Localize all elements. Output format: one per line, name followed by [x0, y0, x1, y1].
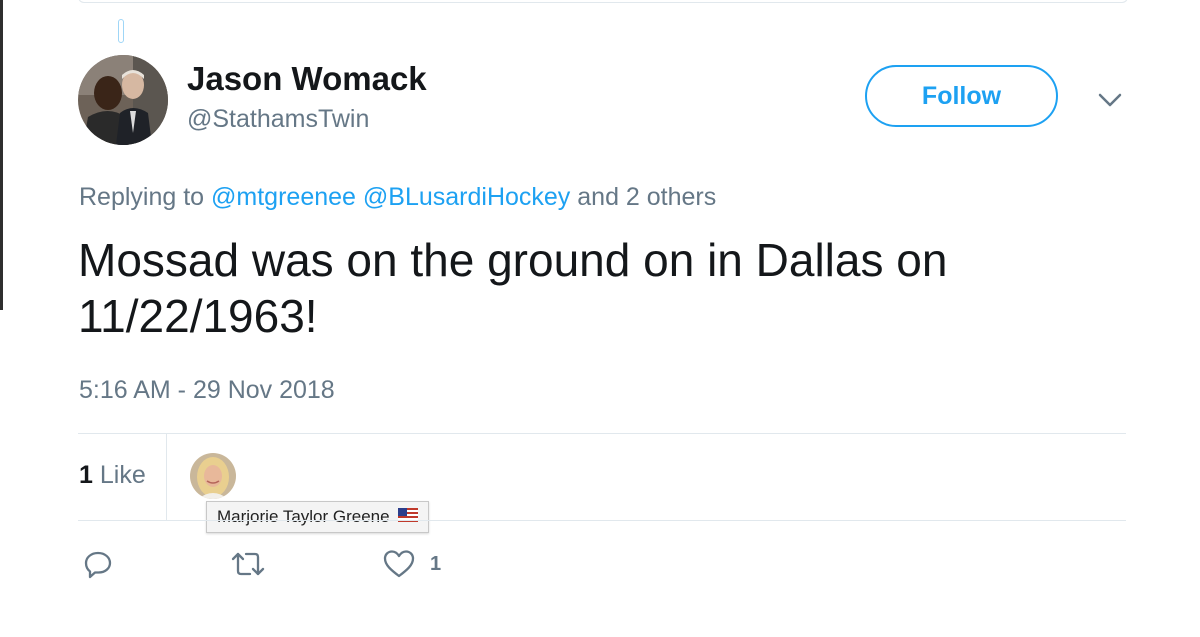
tooltip-name: Marjorie Taylor Greene — [217, 507, 390, 526]
retweet-icon — [231, 552, 265, 576]
tweet-page: Jason Womack @StathamsTwin Follow Replyi… — [0, 0, 1200, 637]
mention-link[interactable]: @mtgreenee — [211, 183, 356, 211]
author-avatar[interactable] — [78, 55, 168, 145]
reply-context-others[interactable]: and 2 others — [577, 183, 716, 211]
thread-line-icon — [118, 19, 124, 43]
reply-context: Replying to @mtgreenee @BLusardiHockey a… — [79, 183, 716, 212]
divider — [78, 433, 1126, 434]
like-action-count: 1 — [430, 552, 442, 575]
author-handle[interactable]: @StathamsTwin — [187, 105, 369, 134]
tweet-text: Mossad was on the ground on in Dallas on… — [78, 234, 948, 342]
window-edge — [0, 0, 3, 310]
reply-button[interactable] — [82, 548, 114, 580]
author-display-name[interactable]: Jason Womack — [187, 60, 427, 98]
retweet-button[interactable] — [228, 548, 268, 580]
mention-link[interactable]: @BLusardiHockey — [363, 183, 570, 211]
likes-count: 1 — [79, 461, 93, 489]
likes-stat[interactable]: 1 Like — [79, 461, 146, 490]
us-flag-icon — [397, 507, 418, 527]
follow-button[interactable]: Follow — [865, 65, 1058, 127]
stats-divider — [166, 434, 167, 520]
tweet-timestamp[interactable]: 5:16 AM - 29 Nov 2018 — [79, 376, 335, 405]
reply-icon — [84, 551, 112, 579]
like-button[interactable]: 1 — [382, 548, 441, 580]
previous-tweet-edge — [78, 0, 1128, 3]
chevron-down-icon[interactable] — [1098, 92, 1122, 108]
divider — [78, 520, 1126, 521]
reply-context-prefix: Replying to — [79, 183, 205, 211]
liker-avatar[interactable] — [190, 453, 236, 499]
user-tooltip: Marjorie Taylor Greene — [206, 501, 429, 533]
likes-label: Like — [99, 461, 146, 489]
heart-icon — [383, 550, 415, 578]
